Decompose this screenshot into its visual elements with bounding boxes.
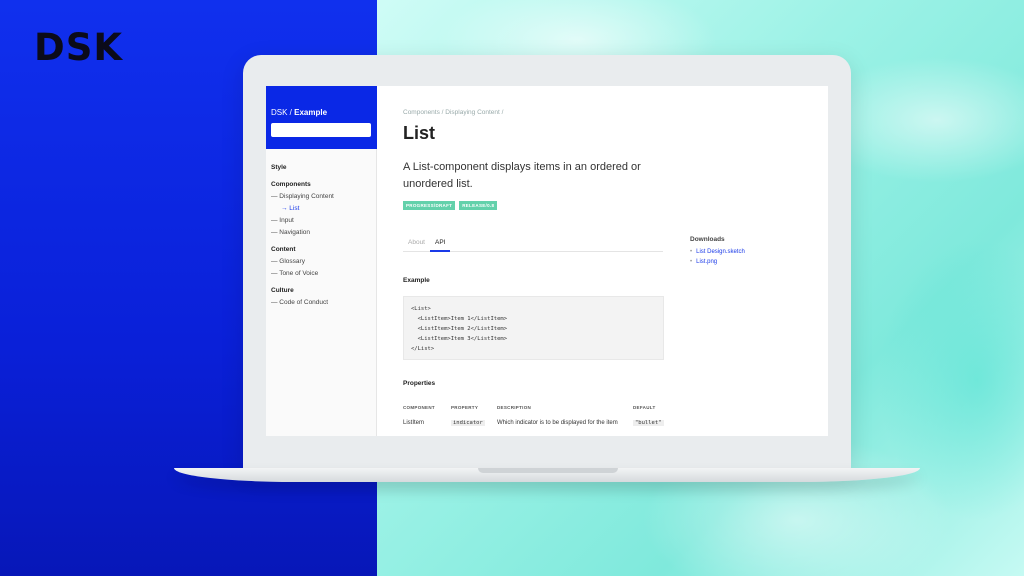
sidebar-item-glossary[interactable]: — Glossary [271,258,371,265]
code-line: </List> [411,346,435,352]
table-header: COMPONENT PROPERTY DESCRIPTION DEFAULT [403,405,665,410]
column-header: DEFAULT [633,405,656,410]
code-line: <ListItem>Item 2</ListItem> [411,326,508,332]
table-cell: Which indicator is to be displayed for t… [497,420,618,426]
nav-group-culture: Culture — Code of Conduct [271,287,371,306]
table-cell: ListItem [403,420,425,426]
example-heading: Example [403,277,430,284]
sidebar: DSK / Example Style Components — Display… [266,86,377,436]
sidebar-item-navigation[interactable]: — Navigation [271,229,371,236]
tab-bar: About API [403,237,663,252]
default-code: "bullet" [633,420,664,426]
sidebar-item-code-of-conduct[interactable]: — Code of Conduct [271,299,371,306]
properties-table: COMPONENT PROPERTY DESCRIPTION DEFAULT L… [403,405,665,428]
downloads-heading: Downloads [690,236,725,243]
search-input[interactable] [271,123,371,137]
property-code: indicator [451,420,485,426]
main-content: Components / Displaying Content / List A… [403,86,828,436]
properties-heading: Properties [403,380,436,387]
code-line: <ListItem>Item 1</ListItem> [411,316,508,322]
tab-api[interactable]: API [430,237,451,252]
nav-group-label[interactable]: Components [271,181,371,188]
tab-about[interactable]: About [403,237,430,252]
lead-text: A List-component displays items in an or… [403,161,641,190]
code-example: <List> <ListItem>Item 1</ListItem> <List… [403,296,664,360]
table-row: ListItem indicator Which indicator is to… [403,419,665,428]
download-link-sketch[interactable]: List Design.sketch [690,249,810,255]
nav-group-label[interactable]: Style [271,164,371,171]
laptop-screen: DSK / Example Style Components — Display… [266,86,828,436]
laptop-notch [478,468,618,473]
nav-group-label[interactable]: Content [271,246,371,253]
release-badge: RELEASE/0.8 [459,201,498,210]
dsk-logo: DSK [34,26,124,69]
column-header: DESCRIPTION [497,405,532,410]
sidebar-nav: Style Components — Displaying Content → … [266,149,376,306]
table-cell: indicator [451,419,497,428]
nav-group-components: Components — Displaying Content → List —… [271,181,371,236]
nav-group-style: Style [271,164,371,171]
sidebar-header: DSK / Example [266,86,377,149]
breadcrumb[interactable]: Components / Displaying Content / [403,109,503,116]
code-line: <List> [411,306,431,312]
download-link-png[interactable]: List.png [690,259,810,265]
page-title: List [403,123,436,143]
site-title-prefix: DSK / [271,108,295,117]
table-cell: "bullet" [633,419,665,428]
sidebar-item-list-active[interactable]: → List [271,205,371,212]
sidebar-item-input[interactable]: — Input [271,217,371,224]
status-badges: PROGRESS/DRAFT RELEASE/0.8 [403,201,498,210]
status-badge: PROGRESS/DRAFT [403,201,456,210]
downloads-panel: Downloads List Design.sketch List.png [690,236,810,269]
nav-group-content: Content — Glossary — Tone of Voice [271,246,371,277]
nav-group-label[interactable]: Culture [271,287,371,294]
column-header: COMPONENT [403,405,435,410]
site-title[interactable]: DSK / Example [271,108,372,117]
site-title-name: Example [294,108,328,117]
sidebar-item-displaying-content[interactable]: — Displaying Content [271,193,371,200]
sidebar-item-tone-of-voice[interactable]: — Tone of Voice [271,270,371,277]
code-line: <ListItem>Item 3</ListItem> [411,336,508,342]
column-header: PROPERTY [451,405,479,410]
